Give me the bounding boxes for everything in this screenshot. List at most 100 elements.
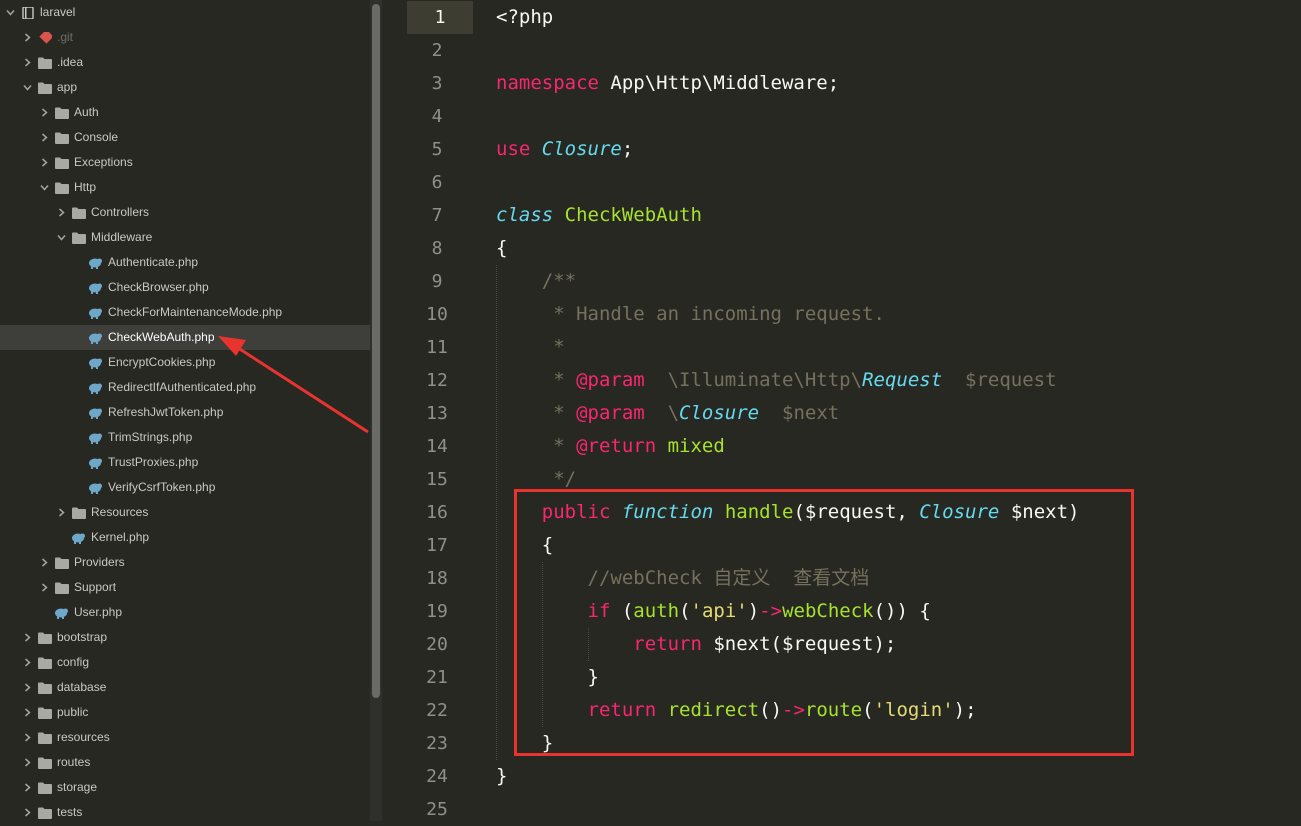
line-number: 2	[431, 40, 443, 61]
repository-icon	[21, 6, 35, 19]
tree-folder-item[interactable]: laravel	[0, 0, 370, 25]
tree-folder-item[interactable]: tests	[0, 800, 370, 821]
tree-file-item[interactable]: User.php	[0, 600, 370, 625]
sidebar-scrollbar[interactable]	[370, 0, 382, 821]
tree-item-label: .git	[57, 30, 74, 44]
tree-folder-item[interactable]: app	[0, 75, 370, 100]
tree-folder-item[interactable]: Http	[0, 175, 370, 200]
chevron-right-icon[interactable]	[39, 133, 49, 143]
chevron-right-icon[interactable]	[39, 108, 49, 118]
tree-file-item[interactable]: EncryptCookies.php	[0, 350, 370, 375]
tree-file-item[interactable]: CheckForMaintenanceMode.php	[0, 300, 370, 325]
tree-folder-item[interactable]: Auth	[0, 100, 370, 125]
code-line[interactable]: * @param \Illuminate\Http\Request $reque…	[542, 364, 1056, 397]
chevron-right-icon[interactable]	[22, 33, 32, 43]
folder-icon	[38, 732, 52, 744]
chevron-right-icon[interactable]	[22, 683, 32, 693]
tree-folder-item[interactable]: Support	[0, 575, 370, 600]
code-token: Request	[862, 369, 943, 391]
code-token: */	[541, 468, 577, 490]
chevron-right-icon[interactable]	[39, 558, 49, 568]
tree-folder-item[interactable]: Providers	[0, 550, 370, 575]
chevron-right-icon[interactable]	[22, 58, 32, 68]
line-number: 11	[426, 337, 448, 358]
tree-folder-item[interactable]: Controllers	[0, 200, 370, 225]
tree-folder-item[interactable]: routes	[0, 750, 370, 775]
tree-item-label: public	[57, 705, 89, 719]
tree-file-item[interactable]: Kernel.php	[0, 525, 370, 550]
tree-file-item[interactable]: Authenticate.php	[0, 250, 370, 275]
tree-file-item[interactable]: VerifyCsrfToken.php	[0, 475, 370, 500]
folder-icon	[38, 682, 52, 694]
tree-file-item[interactable]: CheckWebAuth.php	[0, 325, 370, 350]
tree-item-label: bootstrap	[57, 630, 108, 644]
tree-folder-item[interactable]: Resources	[0, 500, 370, 525]
code-line[interactable]: use Closure;	[496, 133, 633, 166]
chevron-right-icon[interactable]	[22, 733, 32, 743]
chevron-right-icon[interactable]	[22, 708, 32, 718]
folder-icon	[55, 132, 69, 144]
tree-file-item[interactable]: TrimStrings.php	[0, 425, 370, 450]
code-line[interactable]: {	[496, 232, 507, 265]
tree-folder-item[interactable]: storage	[0, 775, 370, 800]
chevron-down-icon[interactable]	[22, 83, 32, 93]
chevron-right-icon[interactable]	[39, 583, 49, 593]
code-token: Closure	[679, 402, 760, 424]
code-line[interactable]: class CheckWebAuth	[496, 199, 702, 232]
chevron-right-icon[interactable]	[39, 158, 49, 168]
tree-folder-item[interactable]: resources	[0, 725, 370, 750]
code-line[interactable]: * @param \Closure $next	[542, 397, 839, 430]
tree-folder-item[interactable]: public	[0, 700, 370, 725]
code-line[interactable]: * @return mixed	[542, 430, 725, 463]
code-line[interactable]: /**	[542, 265, 576, 298]
sidebar-scrollbar-thumb[interactable]	[372, 4, 380, 698]
chevron-down-icon[interactable]	[5, 8, 15, 18]
chevron-right-icon[interactable]	[22, 633, 32, 643]
tree-folder-item[interactable]: bootstrap	[0, 625, 370, 650]
folder-icon	[72, 207, 86, 219]
tree-folder-item[interactable]: config	[0, 650, 370, 675]
tree-folder-item[interactable]: Middleware	[0, 225, 370, 250]
tree-folder-item[interactable]: .git	[0, 25, 370, 50]
line-number: 13	[426, 403, 448, 424]
line-number: 25	[426, 799, 448, 820]
chevron-right-icon[interactable]	[22, 758, 32, 768]
chevron-right-icon[interactable]	[22, 783, 32, 793]
chevron-down-icon[interactable]	[39, 183, 49, 193]
tree-item-label: Controllers	[91, 205, 150, 219]
tree-file-item[interactable]: RedirectIfAuthenticated.php	[0, 375, 370, 400]
tree-item-label: TrimStrings.php	[108, 430, 193, 444]
line-number: 18	[426, 568, 448, 589]
line-number: 19	[426, 601, 448, 622]
tree-item-label: laravel	[40, 5, 76, 19]
code-token: *	[541, 435, 577, 457]
code-token: @param	[576, 402, 645, 424]
code-line[interactable]: *	[542, 331, 564, 364]
chevron-right-icon[interactable]	[56, 208, 66, 218]
tree-file-item[interactable]: RefreshJwtToken.php	[0, 400, 370, 425]
code-line[interactable]: * Handle an incoming request.	[542, 298, 885, 331]
tree-folder-item[interactable]: .idea	[0, 50, 370, 75]
code-line[interactable]: }	[496, 760, 507, 793]
tree-item-label: CheckBrowser.php	[108, 280, 209, 294]
tree-file-item[interactable]: TrustProxies.php	[0, 450, 370, 475]
code-token: ;	[621, 138, 634, 160]
tree-file-item[interactable]: CheckBrowser.php	[0, 275, 370, 300]
code-line[interactable]: namespace App\Http\Middleware;	[496, 67, 839, 100]
chevron-down-icon[interactable]	[56, 233, 66, 243]
tree-folder-item[interactable]: Exceptions	[0, 150, 370, 175]
line-number: 3	[431, 73, 443, 94]
tree-item-label: Exceptions	[74, 155, 133, 169]
folder-icon	[38, 57, 52, 69]
tree-folder-item[interactable]: database	[0, 675, 370, 700]
tree-item-label: Authenticate.php	[108, 255, 199, 269]
chevron-right-icon[interactable]	[22, 658, 32, 668]
tree-folder-item[interactable]: Console	[0, 125, 370, 150]
chevron-right-icon[interactable]	[56, 508, 66, 518]
chevron-right-icon[interactable]	[22, 808, 32, 818]
code-line[interactable]: <?php	[496, 1, 553, 34]
code-token: }	[496, 765, 508, 787]
